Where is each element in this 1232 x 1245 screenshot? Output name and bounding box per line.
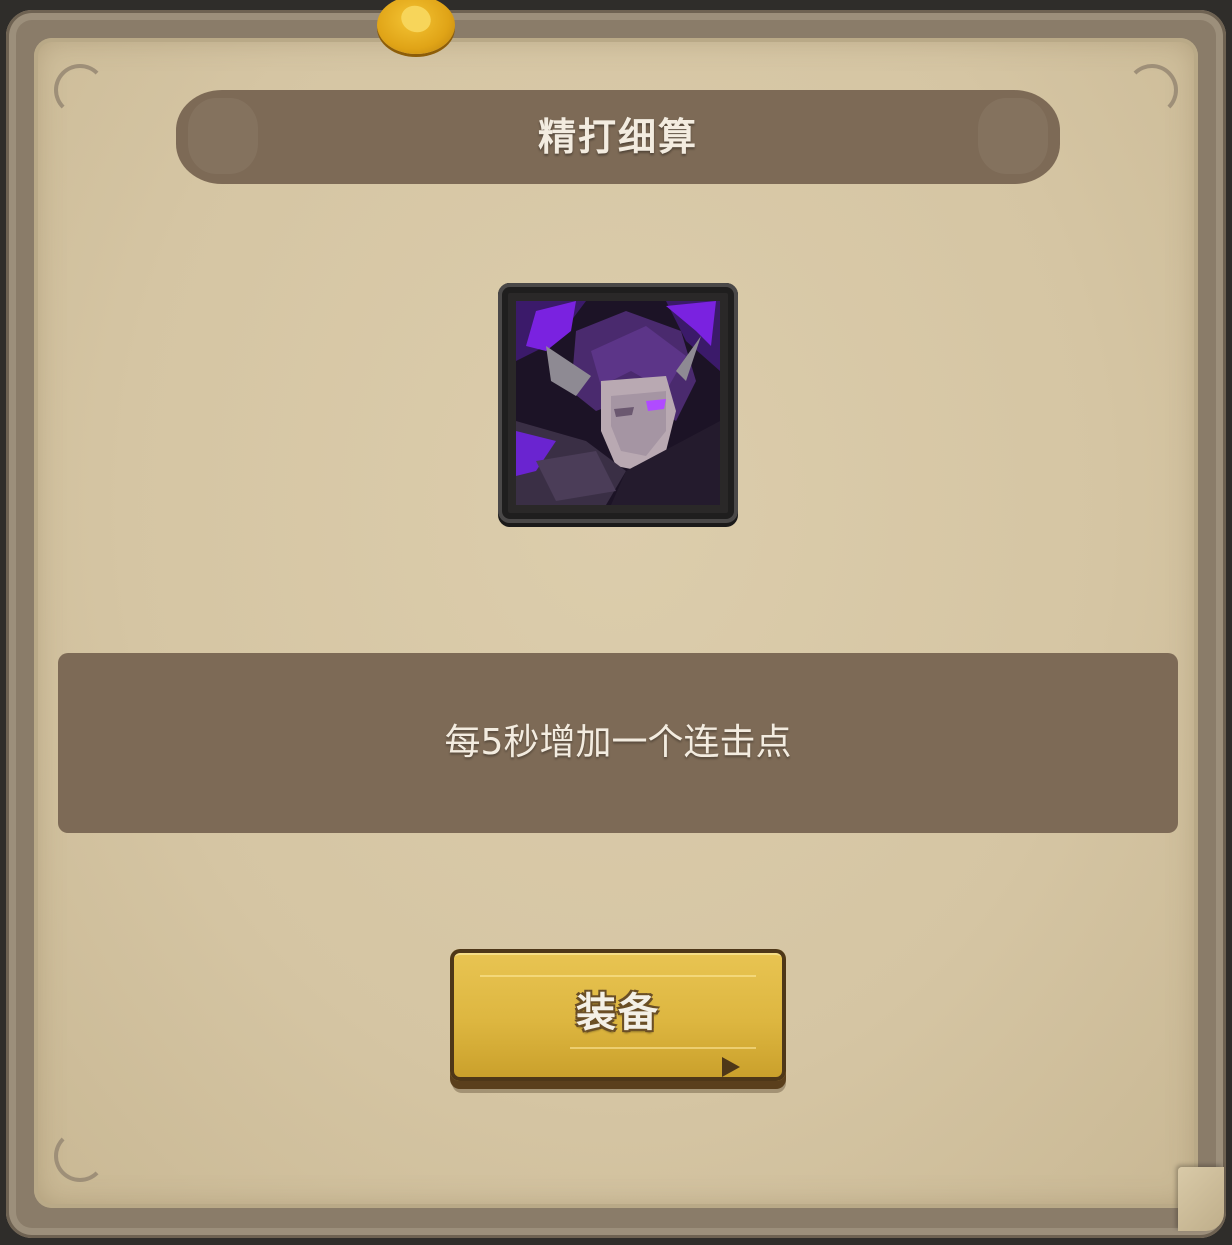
description-banner: 每5秒增加一个连击点 xyxy=(58,653,1178,833)
dialog-title: 精打细算 xyxy=(537,115,698,159)
corner-ornament xyxy=(54,1130,106,1182)
coin-emblem xyxy=(397,1,435,37)
rogue-portrait-icon xyxy=(516,301,720,505)
skill-dialog: 精打细算 每5秒增加一个连击点 装备 xyxy=(0,0,1232,1245)
equip-button[interactable]: 装备 xyxy=(450,949,786,1093)
skill-portrait-frame xyxy=(498,283,738,523)
page-curl-decoration xyxy=(1178,1167,1224,1231)
corner-ornament xyxy=(1126,64,1178,116)
equip-button-label: 装备 xyxy=(576,990,660,1036)
skill-description: 每5秒增加一个连击点 xyxy=(444,722,792,763)
portrait-art xyxy=(516,301,720,505)
corner-ornament xyxy=(54,64,106,116)
title-banner: 精打细算 xyxy=(176,90,1060,184)
